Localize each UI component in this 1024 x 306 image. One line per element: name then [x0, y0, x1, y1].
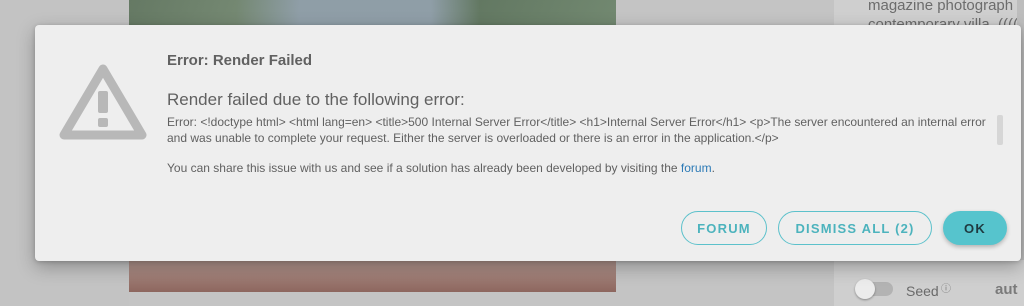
- prompt-line-1: magazine photograph of a: [868, 0, 1024, 14]
- warning-icon: [59, 64, 147, 140]
- error-message-scrollbar[interactable]: [997, 115, 1003, 145]
- seed-toggle-knob[interactable]: [855, 279, 875, 299]
- error-dialog: Error: Render Failed Render failed due t…: [35, 25, 1021, 261]
- image-deck: [129, 258, 616, 292]
- seed-toggle[interactable]: [855, 279, 893, 299]
- forum-link[interactable]: forum: [681, 161, 712, 175]
- ok-button[interactable]: OK: [943, 211, 1007, 245]
- forum-button[interactable]: FORUM: [681, 211, 767, 245]
- dismiss-all-button[interactable]: DISMISS ALL (2): [778, 211, 932, 245]
- share-text: You can share this issue with us and see…: [167, 161, 715, 175]
- error-message-box: Error: <!doctype html> <html lang=en> <t…: [167, 114, 1005, 146]
- seed-row: Seed ⓘ aut: [855, 279, 1024, 302]
- seed-label: Seed: [906, 283, 939, 299]
- error-message: Error: <!doctype html> <html lang=en> <t…: [167, 115, 986, 145]
- share-text-body: You can share this issue with us and see…: [167, 161, 681, 175]
- share-text-end: .: [711, 161, 715, 175]
- info-icon[interactable]: ⓘ: [941, 280, 951, 295]
- dialog-title: Error: Render Failed: [167, 52, 313, 69]
- seed-value[interactable]: aut: [995, 281, 1018, 298]
- dialog-subtitle: Render failed due to the following error…: [167, 90, 465, 109]
